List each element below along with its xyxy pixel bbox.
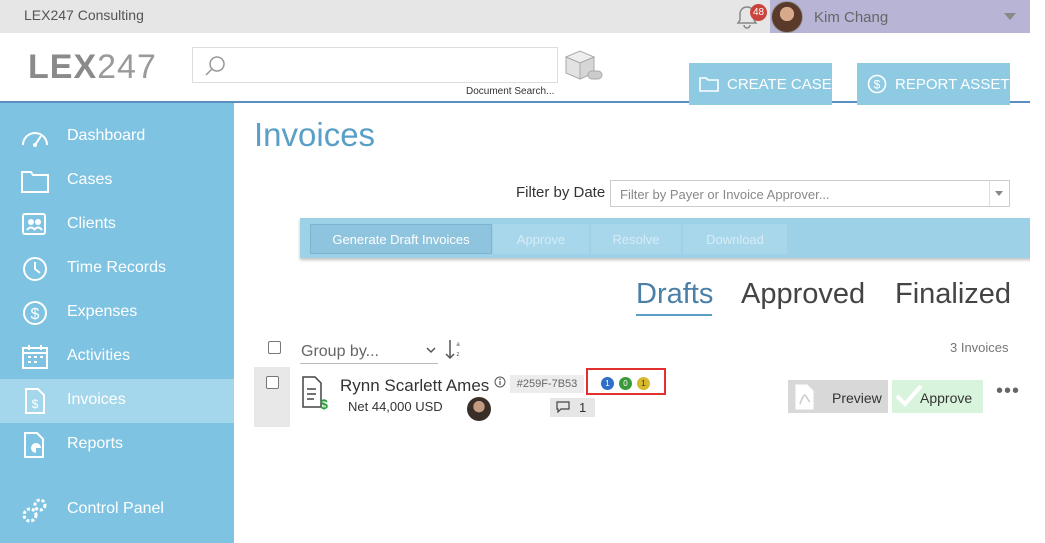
- sidebar-item-cases[interactable]: Cases: [0, 159, 234, 203]
- tab-drafts[interactable]: Drafts: [636, 278, 713, 311]
- comment-count: 1: [579, 400, 587, 415]
- preview-button[interactable]: Preview: [788, 380, 888, 413]
- create-case-label: CREATE CASE: [727, 75, 832, 93]
- approver-avatar[interactable]: [467, 397, 491, 421]
- report-asset-button[interactable]: $ REPORT ASSET: [857, 63, 1010, 105]
- calendar-icon: [22, 345, 48, 369]
- right-gutter: [1030, 0, 1045, 543]
- package-icon[interactable]: [562, 47, 604, 83]
- logo-bold-text: LEX: [28, 48, 98, 86]
- sidebar-item-activities[interactable]: Activities: [0, 335, 234, 379]
- status-indicators: 1 0 1: [586, 368, 666, 395]
- payer-approver-filter-select[interactable]: Filter by Payer or Invoice Approver...: [610, 180, 1010, 207]
- filter-placeholder: Filter by Payer or Invoice Approver...: [620, 187, 830, 202]
- notification-badge: 48: [750, 4, 767, 21]
- svg-text:$: $: [31, 306, 40, 323]
- company-name: LEX247 Consulting: [24, 7, 144, 23]
- info-icon[interactable]: [494, 376, 506, 388]
- svg-text:$: $: [874, 78, 881, 92]
- generate-draft-invoices-button[interactable]: Generate Draft Invoices: [310, 224, 492, 254]
- sidebar: Dashboard Cases Clients Time Records $ E…: [0, 103, 234, 543]
- document-search-input[interactable]: [192, 47, 558, 83]
- sidebar-item-label: Expenses: [67, 303, 138, 320]
- comments-button[interactable]: 1: [550, 398, 595, 417]
- sidebar-item-label: Reports: [67, 435, 124, 452]
- sidebar-item-label: Activities: [67, 347, 131, 364]
- pdf-icon: [795, 384, 814, 410]
- user-avatar[interactable]: [771, 1, 803, 33]
- sidebar-item-reports[interactable]: Reports: [0, 423, 234, 467]
- top-bar: LEX247 Consulting 48 Kim Chang: [0, 0, 1030, 33]
- preview-label: Preview: [832, 390, 882, 406]
- dollar-icon: $: [23, 301, 47, 325]
- sidebar-item-expenses[interactable]: $ Expenses: [0, 291, 234, 335]
- chevron-down-icon[interactable]: [989, 181, 1009, 206]
- invoice-toolbar: Generate Draft Invoices Approve Resolve …: [300, 218, 1044, 258]
- svg-text:a: a: [456, 342, 460, 348]
- client-name[interactable]: Rynn Scarlett Ames: [340, 376, 489, 396]
- page-title: Invoices: [254, 116, 376, 153]
- user-menu-chevron-down-icon[interactable]: [1004, 13, 1016, 20]
- status-dot-yellow[interactable]: 1: [637, 377, 650, 390]
- invoice-icon: $: [25, 388, 45, 414]
- active-tab-underline: [636, 314, 712, 316]
- sidebar-item-invoices[interactable]: $ Invoices: [0, 379, 234, 423]
- group-by-select[interactable]: Group by...: [300, 341, 438, 364]
- user-panel[interactable]: [770, 0, 1030, 33]
- toolbar-download-button[interactable]: Download: [683, 224, 787, 254]
- report-icon: [24, 432, 44, 458]
- folder-icon: [21, 171, 49, 193]
- filter-by-date-label[interactable]: Filter by Date: [516, 184, 605, 201]
- sidebar-item-dashboard[interactable]: Dashboard: [0, 115, 234, 159]
- status-dot-blue[interactable]: 1: [601, 377, 614, 390]
- tab-approved[interactable]: Approved: [741, 278, 865, 311]
- approve-label: Approve: [920, 390, 973, 406]
- report-asset-label: REPORT ASSET: [895, 75, 1010, 93]
- row-checkbox[interactable]: [266, 376, 279, 389]
- sidebar-item-clients[interactable]: Clients: [0, 203, 234, 247]
- header: LEX247 Document Search... CREATE CASE $ …: [0, 33, 1030, 105]
- dashboard-icon: [22, 132, 48, 147]
- sidebar-item-label: Invoices: [67, 391, 126, 408]
- sidebar-item-label: Clients: [67, 215, 116, 232]
- select-all-checkbox[interactable]: [268, 341, 281, 354]
- svg-text:z: z: [457, 352, 460, 358]
- sidebar-item-label: Time Records: [67, 259, 166, 276]
- clock-icon: [23, 257, 47, 281]
- svg-text:$: $: [320, 396, 328, 411]
- user-name[interactable]: Kim Chang: [814, 9, 888, 26]
- toolbar-approve-button[interactable]: Approve: [493, 224, 589, 254]
- tab-finalized[interactable]: Finalized: [895, 278, 1011, 311]
- sidebar-item-time-records[interactable]: Time Records: [0, 247, 234, 291]
- search-caption: Document Search...: [466, 86, 555, 97]
- approve-button[interactable]: Approve: [892, 380, 983, 413]
- sidebar-item-control-panel[interactable]: Control Panel: [0, 488, 234, 532]
- create-case-button[interactable]: CREATE CASE: [689, 63, 832, 105]
- more-options-icon[interactable]: •••: [996, 380, 1020, 403]
- invoice-count: 3 Invoices: [950, 340, 1009, 355]
- invoice-net-amount: Net 44,000 USD: [348, 399, 443, 414]
- chevron-down-icon: [426, 347, 436, 354]
- folder-icon: [699, 77, 719, 92]
- dollar-icon: $: [867, 74, 887, 94]
- sidebar-item-label: Control Panel: [67, 500, 164, 517]
- clients-icon: [22, 213, 46, 235]
- invoice-document-icon: $: [302, 376, 328, 411]
- comment-icon: [556, 401, 570, 413]
- invoice-id-badge: #259F-7B53: [510, 375, 584, 393]
- gears-icon: [22, 498, 47, 523]
- logo[interactable]: LEX247: [28, 48, 157, 87]
- status-dot-green[interactable]: 0: [619, 377, 632, 390]
- sort-icon[interactable]: a z: [444, 338, 462, 360]
- svg-text:$: $: [32, 397, 39, 411]
- sidebar-item-label: Cases: [67, 171, 113, 188]
- sidebar-item-label: Dashboard: [67, 127, 146, 144]
- toolbar-resolve-button[interactable]: Resolve: [591, 224, 681, 254]
- group-by-value: Group by...: [301, 343, 379, 360]
- search-icon: [205, 56, 225, 76]
- logo-light-text: 247: [97, 48, 157, 86]
